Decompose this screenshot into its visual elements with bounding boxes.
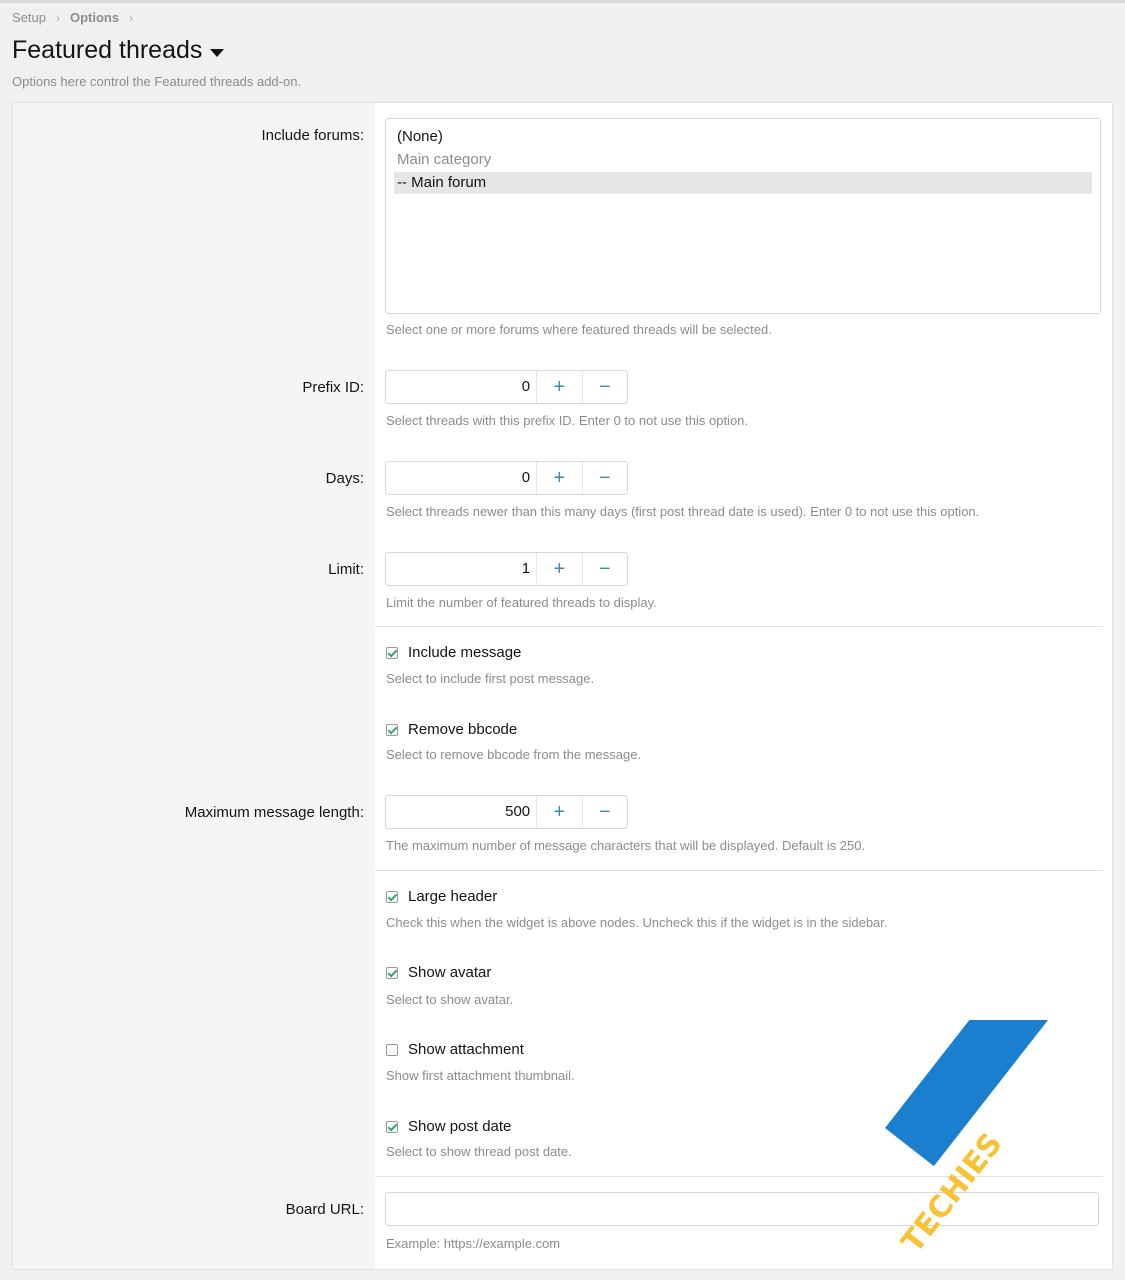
max-message-length-label: Maximum message length: <box>184 804 364 821</box>
board-url-hint: Example: https://example.com <box>386 1236 561 1251</box>
max-message-length-stepper: 500 + − <box>385 795 628 829</box>
prefix-id-increment-button[interactable]: + <box>537 371 581 403</box>
checkbox-checked-icon[interactable] <box>386 966 398 979</box>
board-url-label: Board URL: <box>285 1201 364 1218</box>
breadcrumb: Setup › Options › <box>12 10 143 25</box>
checkbox-checked-icon[interactable] <box>386 723 398 736</box>
include-message-label[interactable]: Include message <box>408 644 521 661</box>
show-avatar-checkbox[interactable]: Show avatar <box>386 964 491 981</box>
section-divider <box>375 1176 1103 1177</box>
show-attachment-label[interactable]: Show attachment <box>408 1041 524 1058</box>
days-stepper: 0 + − <box>385 461 628 495</box>
section-divider <box>375 626 1103 627</box>
page-title: Featured threads <box>12 36 203 64</box>
board-url-input[interactable] <box>385 1192 1099 1226</box>
show-post-date-checkbox[interactable]: Show post date <box>386 1118 511 1135</box>
show-avatar-hint: Select to show avatar. <box>386 992 514 1007</box>
include-forums-hint: Select one or more forums where featured… <box>386 322 772 337</box>
show-avatar-label[interactable]: Show avatar <box>408 964 491 981</box>
prefix-id-stepper: 0 + − <box>385 370 628 404</box>
limit-increment-button[interactable]: + <box>537 553 581 585</box>
limit-stepper: 1 + − <box>385 552 628 586</box>
prefix-id-hint: Select threads with this prefix ID. Ente… <box>386 413 749 428</box>
days-hint: Select threads newer than this many days… <box>386 504 980 519</box>
remove-bbcode-label[interactable]: Remove bbcode <box>408 721 517 738</box>
section-divider <box>375 870 1103 871</box>
top-border <box>0 0 1125 3</box>
max-message-length-increment-button[interactable]: + <box>537 796 581 828</box>
chevron-right-icon: › <box>55 10 60 25</box>
large-header-hint: Check this when the widget is above node… <box>386 915 888 930</box>
large-header-checkbox[interactable]: Large header <box>386 888 497 905</box>
limit-label: Limit: <box>328 561 364 578</box>
breadcrumb-options-link[interactable]: Options <box>70 10 119 25</box>
days-label: Days: <box>325 470 364 487</box>
show-post-date-label[interactable]: Show post date <box>408 1118 511 1135</box>
max-message-length-decrement-button[interactable]: − <box>581 796 627 828</box>
show-attachment-checkbox[interactable]: Show attachment <box>386 1041 524 1058</box>
caret-down-icon[interactable] <box>210 48 225 57</box>
forum-option-main-category[interactable]: Main category <box>394 149 1092 171</box>
label-column <box>13 103 375 1269</box>
days-input[interactable]: 0 <box>386 462 538 494</box>
prefix-id-label: Prefix ID: <box>302 379 364 396</box>
remove-bbcode-checkbox[interactable]: Remove bbcode <box>386 721 517 738</box>
checkbox-checked-icon[interactable] <box>386 890 398 903</box>
checkbox-checked-icon[interactable] <box>386 1120 398 1133</box>
checkbox-unchecked-icon[interactable] <box>386 1043 398 1056</box>
limit-hint: Limit the number of featured threads to … <box>386 595 657 610</box>
show-post-date-hint: Select to show thread post date. <box>386 1144 572 1159</box>
days-decrement-button[interactable]: − <box>581 462 627 494</box>
forum-option-main-forum[interactable]: -- Main forum <box>394 172 1092 194</box>
max-message-length-input[interactable]: 500 <box>386 796 538 828</box>
chevron-right-icon: › <box>129 10 134 25</box>
include-message-checkbox[interactable]: Include message <box>386 644 521 661</box>
max-message-length-hint: The maximum number of message characters… <box>386 838 866 853</box>
large-header-label[interactable]: Large header <box>408 888 497 905</box>
remove-bbcode-hint: Select to remove bbcode from the message… <box>386 747 642 762</box>
limit-decrement-button[interactable]: − <box>581 553 627 585</box>
checkbox-checked-icon[interactable] <box>386 646 398 659</box>
prefix-id-decrement-button[interactable]: − <box>581 371 627 403</box>
include-forums-listbox[interactable]: (None) Main category -- Main forum <box>385 118 1101 314</box>
days-increment-button[interactable]: + <box>537 462 581 494</box>
page-description: Options here control the Featured thread… <box>12 74 302 89</box>
page-title-row[interactable]: Featured threads <box>12 36 225 65</box>
forum-option-none[interactable]: (None) <box>394 126 1092 148</box>
prefix-id-input[interactable]: 0 <box>386 371 538 403</box>
include-forums-label: Include forums: <box>261 127 364 144</box>
include-message-hint: Select to include first post message. <box>386 671 595 686</box>
show-attachment-hint: Show first attachment thumbnail. <box>386 1068 575 1083</box>
breadcrumb-setup-link[interactable]: Setup <box>12 10 46 25</box>
limit-input[interactable]: 1 <box>386 553 538 585</box>
